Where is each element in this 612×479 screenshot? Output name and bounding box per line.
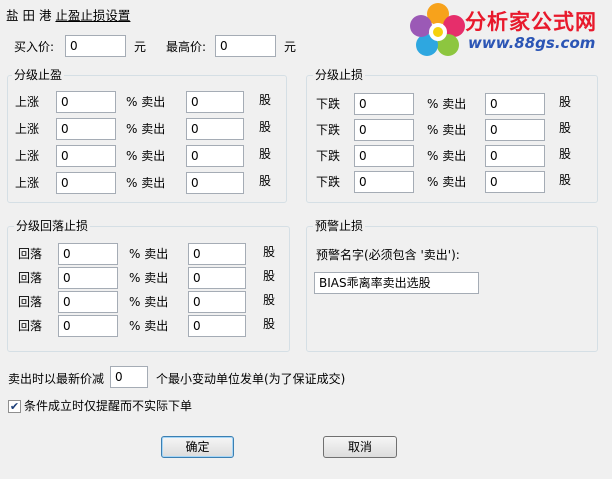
take-profit-quantity-input[interactable]: 0 (186, 172, 244, 194)
window-title: 盐 田 港 止盈止损设置 (6, 5, 130, 24)
pullback-percent-sell-label: % 卖出 (129, 271, 169, 285)
high-price-label: 最高价: (166, 40, 207, 54)
warning-title: 预警止损 (313, 219, 366, 233)
pullback-quantity-unit: 股 (263, 269, 276, 283)
pullback-quantity-input[interactable]: 0 (188, 315, 246, 337)
stop-loss-quantity-unit: 股 (559, 95, 572, 109)
take-profit-quantity-unit: 股 (259, 93, 272, 107)
pullback-quantity-unit: 股 (263, 245, 276, 259)
pullback-quantity-unit: 股 (263, 293, 276, 307)
take-profit-quantity-unit: 股 (259, 147, 272, 161)
pullback-row-label: 回落 (18, 247, 43, 261)
stop-loss-percent-input[interactable]: 0 (354, 171, 414, 193)
stop-loss-title: 分级止损 (313, 68, 366, 82)
logo-url: www.88gs.com (468, 34, 596, 52)
buy-price-unit: 元 (134, 40, 147, 54)
remind-only-label: 条件成立时仅提醒而不实际下单 (24, 399, 193, 413)
pullback-quantity-unit: 股 (263, 317, 276, 331)
check-mark-icon: ✔ (9, 400, 20, 413)
stop-loss-row-label: 下跌 (316, 149, 341, 163)
pullback-percent-input[interactable]: 0 (58, 315, 118, 337)
stop-loss-row-label: 下跌 (316, 123, 341, 137)
take-profit-row-label: 上涨 (15, 149, 40, 163)
stop-loss-row-label: 下跌 (316, 175, 341, 189)
take-profit-percent-input[interactable]: 0 (56, 118, 116, 140)
take-profit-quantity-input[interactable]: 0 (186, 145, 244, 167)
stop-loss-row-label: 下跌 (316, 97, 341, 111)
take-profit-row-label: 上涨 (15, 176, 40, 190)
take-profit-quantity-unit: 股 (259, 174, 272, 188)
high-price-input[interactable]: 0 (215, 35, 276, 57)
take-profit-quantity-input[interactable]: 0 (186, 91, 244, 113)
take-profit-percent-sell-label: % 卖出 (126, 122, 166, 136)
take-profit-percent-sell-label: % 卖出 (126, 176, 166, 190)
take-profit-title: 分级止盈 (12, 68, 65, 82)
take-profit-percent-input[interactable]: 0 (56, 172, 116, 194)
pullback-percent-input[interactable]: 0 (58, 291, 118, 313)
sell-ticks-input[interactable]: 0 (110, 366, 148, 388)
pullback-row-label: 回落 (18, 295, 43, 309)
pullback-row-label: 回落 (18, 319, 43, 333)
window-title-main: 止盈止损设置 (55, 8, 131, 23)
buy-price-label: 买入价: (14, 40, 55, 54)
stop-loss-percent-input[interactable]: 0 (354, 145, 414, 167)
stop-loss-percent-sell-label: % 卖出 (427, 149, 467, 163)
pullback-quantity-input[interactable]: 0 (188, 243, 246, 265)
take-profit-percent-sell-label: % 卖出 (126, 149, 166, 163)
cancel-button[interactable]: 取消 (323, 436, 397, 458)
pullback-quantity-input[interactable]: 0 (188, 291, 246, 313)
stop-loss-quantity-input[interactable]: 0 (485, 171, 545, 193)
high-price-unit: 元 (284, 40, 297, 54)
warning-name-input[interactable]: BIAS乖离率卖出选股 (314, 272, 479, 294)
stop-loss-quantity-unit: 股 (559, 173, 572, 187)
stop-loss-quantity-input[interactable]: 0 (485, 93, 545, 115)
take-profit-row-label: 上涨 (15, 95, 40, 109)
stop-loss-percent-sell-label: % 卖出 (427, 123, 467, 137)
flower-logo-icon (410, 3, 465, 56)
buy-price-input[interactable]: 0 (65, 35, 126, 57)
stop-loss-quantity-unit: 股 (559, 147, 572, 161)
stop-loss-percent-input[interactable]: 0 (354, 119, 414, 141)
site-logo: 分析家公式网 www.88gs.com (410, 0, 612, 62)
warning-name-label: 预警名字(必须包含 '卖出'): (316, 248, 460, 262)
stop-loss-percent-sell-label: % 卖出 (427, 175, 467, 189)
pullback-quantity-input[interactable]: 0 (188, 267, 246, 289)
pullback-row-label: 回落 (18, 271, 43, 285)
sell-offset-prefix: 卖出时以最新价减 (8, 372, 105, 386)
take-profit-row-label: 上涨 (15, 122, 40, 136)
pullback-title: 分级回落止损 (14, 219, 91, 233)
remind-only-checkbox[interactable]: ✔ (8, 400, 21, 413)
stop-loss-percent-sell-label: % 卖出 (427, 97, 467, 111)
take-profit-percent-sell-label: % 卖出 (126, 95, 166, 109)
pullback-percent-input[interactable]: 0 (58, 267, 118, 289)
stop-loss-quantity-unit: 股 (559, 121, 572, 135)
pullback-percent-sell-label: % 卖出 (129, 247, 169, 261)
take-profit-quantity-input[interactable]: 0 (186, 118, 244, 140)
stop-loss-quantity-input[interactable]: 0 (485, 119, 545, 141)
pullback-percent-sell-label: % 卖出 (129, 319, 169, 333)
stop-loss-percent-input[interactable]: 0 (354, 93, 414, 115)
take-profit-quantity-unit: 股 (259, 120, 272, 134)
ok-button[interactable]: 确定 (161, 436, 234, 458)
pullback-percent-input[interactable]: 0 (58, 243, 118, 265)
take-profit-percent-input[interactable]: 0 (56, 145, 116, 167)
logo-name: 分析家公式网 (465, 10, 597, 34)
take-profit-percent-input[interactable]: 0 (56, 91, 116, 113)
stop-loss-quantity-input[interactable]: 0 (485, 145, 545, 167)
sell-offset-suffix: 个最小变动单位发单(为了保证成交) (156, 372, 346, 386)
window-title-stock: 盐 田 港 (6, 8, 56, 23)
pullback-percent-sell-label: % 卖出 (129, 295, 169, 309)
